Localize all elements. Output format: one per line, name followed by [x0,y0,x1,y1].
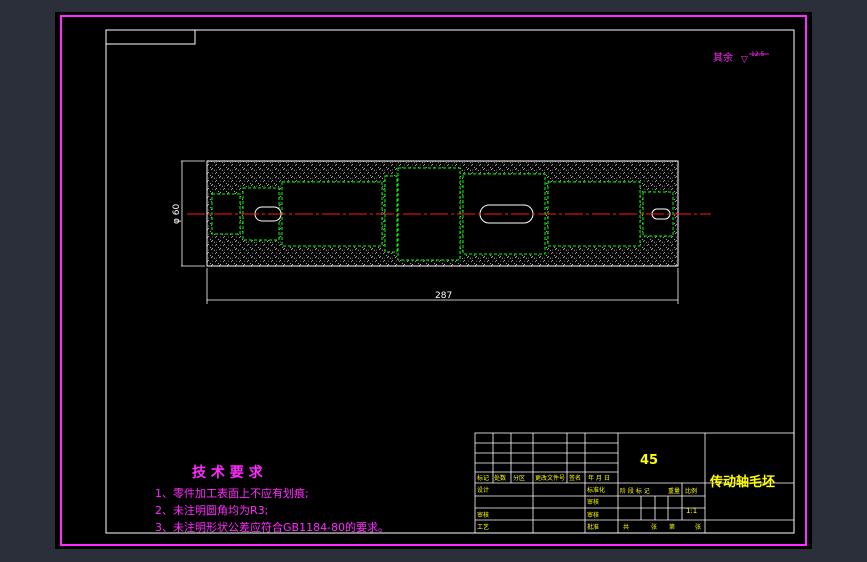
label-standard: 标准化 [587,486,605,494]
requirement-2: 2、未注明圆角均为R3; [155,503,268,517]
label-check-2: 审核 [587,511,599,519]
material-value: 45 [640,453,658,468]
row-label-date: 年 月 日 [588,474,610,482]
label-no: 第 [669,523,675,531]
drawing-canvas: 其余 ▽ 12.5 φ 60 287 技 术 要 求 1、零件加工表面上不应有划… [60,15,807,546]
label-weight: 重量 [668,487,680,495]
requirement-3: 3、未注明形状公差应符合GB1184-80的要求。 [155,520,389,534]
part-name: 传动轴毛坯 [709,474,775,490]
label-approve: 批准 [587,523,599,531]
outer-border [60,15,807,546]
code-box [105,29,196,45]
drawing-sheet: 其余 ▽ 12.5 φ 60 287 技 术 要 求 1、零件加工表面上不应有划… [55,12,812,549]
label-process: 工艺 [477,523,489,531]
label-review: 审核 [477,511,489,519]
row-label-zone: 分区 [513,474,525,482]
length-label: 287 [435,291,452,301]
roughness-value: 12.5 [751,51,765,58]
requirements-heading: 技 术 要 求 [192,464,264,481]
label-total: 共 [623,523,629,531]
label-design: 设计 [477,486,489,494]
diameter-label: φ 60 [172,203,182,224]
label-sheets: 张 [651,523,657,531]
scale-value: 1:1 [686,507,697,515]
roughness-symbol: ▽ [741,55,748,65]
requirement-1: 1、零件加工表面上不应有划痕; [155,486,309,500]
label-scale: 比例 [685,487,697,495]
row-label-file: 更改文件号 [535,474,565,482]
label-sheet: 张 [695,523,701,531]
row-label-sign: 签名 [569,474,581,482]
roughness-note: 其余 [713,51,733,64]
inner-frame [105,29,795,534]
row-label-mark: 标记 [477,474,489,482]
label-stage: 阶 段 标 记 [620,487,650,495]
row-label-count: 处数 [494,474,506,482]
label-check: 审核 [587,498,599,506]
